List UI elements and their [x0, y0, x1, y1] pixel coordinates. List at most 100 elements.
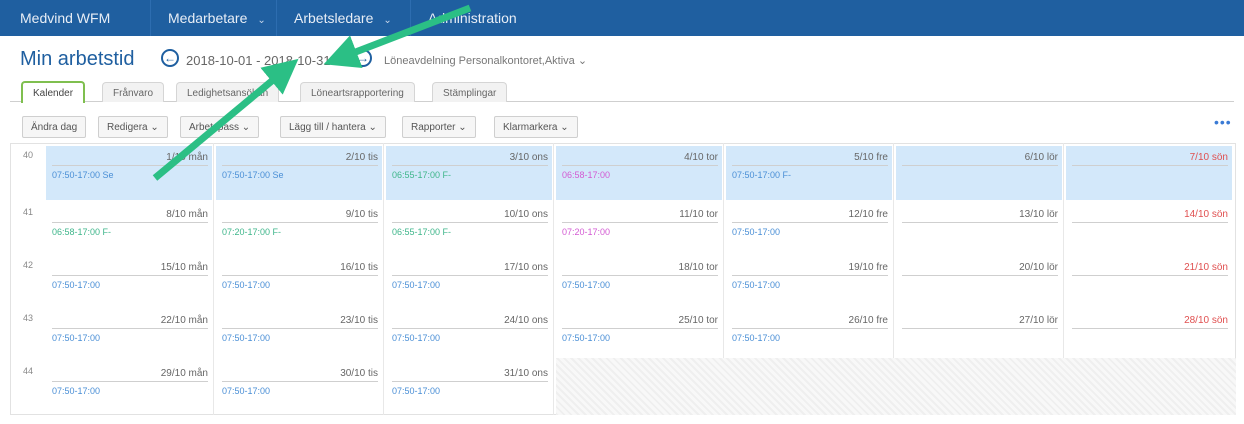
unit-selector[interactable]: Löneavdelning Personalkontoret,Aktiva ⌄ [384, 54, 587, 67]
week-number: 44 [23, 366, 34, 376]
calendar-day-cell[interactable]: 8/10 mån 06:58-17:00 F- [46, 203, 212, 257]
chevron-down-icon: ⌄ [257, 15, 266, 26]
calendar-day-cell[interactable]: 1/10 mån 07:50-17:00 Se [46, 146, 212, 200]
shift-time[interactable]: 07:50-17:00 [392, 386, 440, 396]
calendar-column-divider [553, 143, 554, 415]
calendar-day-cell[interactable]: 23/10 tis 07:50-17:00 [216, 309, 382, 363]
klarmarkera-button[interactable]: Klarmarkera ⌄ [494, 116, 578, 138]
shift-time[interactable]: 07:50-17:00 [222, 386, 270, 396]
calendar-day-cell[interactable]: 2/10 tis 07:50-17:00 Se [216, 146, 382, 200]
shift-time[interactable]: 07:50-17:00 [562, 280, 610, 290]
nav-divider [150, 0, 151, 36]
arbetspass-button[interactable]: Arbetspass ⌄ [180, 116, 260, 138]
shift-time[interactable]: 07:20-17:00 F- [222, 227, 281, 237]
day-date-label: 26/10 fre [848, 315, 888, 326]
day-divider [392, 381, 548, 382]
shift-time[interactable]: 07:50-17:00 [562, 333, 610, 343]
shift-time[interactable]: 07:50-17:00 [52, 280, 100, 290]
chevron-down-icon: ⌄ [383, 15, 392, 26]
andra-dag-button[interactable]: Ändra dag [22, 116, 87, 138]
day-date-label: 3/10 ons [509, 152, 548, 163]
calendar-day-cell[interactable]: 6/10 lör [896, 146, 1062, 200]
tab-franvaro[interactable]: Frånvaro [102, 82, 165, 102]
calendar-day-cell[interactable]: 21/10 sön [1066, 256, 1232, 310]
calendar-day-cell[interactable]: 12/10 fre 07:50-17:00 [726, 203, 892, 257]
shift-time[interactable]: 07:50-17:00 [392, 333, 440, 343]
tab-stamplingar[interactable]: Stämplingar [432, 82, 508, 102]
arrow-right-circle-icon[interactable]: → [354, 49, 372, 67]
calendar-day-cell[interactable]: 18/10 tor 07:50-17:00 [556, 256, 722, 310]
day-date-label: 4/10 tor [684, 152, 718, 163]
day-date-label: 15/10 mån [160, 262, 208, 273]
nav-item-arbetsledare[interactable]: Arbetsledare ⌄ [294, 10, 392, 26]
shift-time[interactable]: 07:50-17:00 [732, 280, 780, 290]
calendar-day-cell[interactable]: 22/10 mån 07:50-17:00 [46, 309, 212, 363]
calendar-column-divider [383, 143, 384, 415]
calendar-day-cell[interactable]: 19/10 fre 07:50-17:00 [726, 256, 892, 310]
arrow-left-circle-icon[interactable]: ← [161, 49, 179, 67]
calendar-day-cell[interactable]: 30/10 tis 07:50-17:00 [216, 362, 382, 416]
shift-time[interactable]: 07:50-17:00 [52, 386, 100, 396]
day-date-label: 1/10 mån [166, 152, 208, 163]
tab-loneartsrapportering[interactable]: Löneartsrapportering [300, 82, 415, 102]
shift-time[interactable]: 06:58-17:00 F- [52, 227, 111, 237]
nav-divider [276, 0, 277, 36]
calendar-day-cell[interactable]: 4/10 tor 06:58-17:00 [556, 146, 722, 200]
day-date-label: 6/10 lör [1024, 152, 1058, 163]
shift-time[interactable]: 07:50-17:00 [222, 280, 270, 290]
calendar-day-cell[interactable]: 5/10 fre 07:50-17:00 F- [726, 146, 892, 200]
shift-time[interactable]: 07:50-17:00 F- [732, 170, 791, 180]
calendar-day-cell[interactable]: 26/10 fre 07:50-17:00 [726, 309, 892, 363]
calendar-day-cell[interactable]: 9/10 tis 07:20-17:00 F- [216, 203, 382, 257]
calendar-day-cell[interactable]: 28/10 sön [1066, 309, 1232, 363]
rapporter-button[interactable]: Rapporter ⌄ [402, 116, 476, 138]
tab-kalender[interactable]: Kalender [21, 81, 86, 103]
brand-logo-text[interactable]: Medvind WFM [20, 10, 110, 26]
lagg-till-hantera-button[interactable]: Lägg till / hantera ⌄ [280, 116, 386, 138]
calendar-day-cell[interactable]: 27/10 lör [896, 309, 1062, 363]
shift-time[interactable]: 07:50-17:00 [222, 333, 270, 343]
redigera-button[interactable]: Redigera ⌄ [98, 116, 168, 138]
week-number: 42 [23, 260, 34, 270]
calendar-day-cell[interactable]: 25/10 tor 07:50-17:00 [556, 309, 722, 363]
day-divider [562, 328, 718, 329]
day-date-label: 17/10 ons [504, 262, 548, 273]
calendar-day-cell[interactable]: 10/10 ons 06:55-17:00 F- [386, 203, 552, 257]
week-number: 43 [23, 313, 34, 323]
shift-time[interactable]: 06:55-17:00 F- [392, 227, 451, 237]
shift-time[interactable]: 07:50-17:00 [732, 333, 780, 343]
calendar-day-cell[interactable]: 3/10 ons 06:55-17:00 F- [386, 146, 552, 200]
day-date-label: 28/10 sön [1184, 315, 1228, 326]
more-options-icon[interactable]: ••• [1214, 114, 1232, 130]
shift-time[interactable]: 07:50-17:00 Se [52, 170, 114, 180]
shift-time[interactable]: 07:50-17:00 [392, 280, 440, 290]
day-divider [732, 328, 888, 329]
calendar-day-cell[interactable]: 29/10 mån 07:50-17:00 [46, 362, 212, 416]
day-divider [52, 275, 208, 276]
shift-time[interactable]: 07:50-17:00 [732, 227, 780, 237]
calendar-day-cell[interactable]: 7/10 sön [1066, 146, 1232, 200]
shift-time[interactable]: 06:58-17:00 [562, 170, 610, 180]
calendar-day-cell[interactable]: 24/10 ons 07:50-17:00 [386, 309, 552, 363]
day-date-label: 9/10 tis [345, 209, 378, 220]
day-divider [222, 165, 378, 166]
calendar-day-cell[interactable]: 11/10 tor 07:20-17:00 [556, 203, 722, 257]
calendar-day-cell[interactable]: 15/10 mån 07:50-17:00 [46, 256, 212, 310]
date-range-label[interactable]: 2018-10-01 - 2018-10-31 [186, 53, 331, 68]
nav-item-medarbetare[interactable]: Medarbetare ⌄ [168, 10, 266, 26]
shift-time[interactable]: 07:50-17:00 [52, 333, 100, 343]
shift-time[interactable]: 07:20-17:00 [562, 227, 610, 237]
tab-ledighetsansokan[interactable]: Ledighetsansökan [176, 82, 280, 102]
day-divider [222, 222, 378, 223]
calendar-day-cell[interactable]: 17/10 ons 07:50-17:00 [386, 256, 552, 310]
calendar-day-cell[interactable]: 16/10 tis 07:50-17:00 [216, 256, 382, 310]
calendar-day-cell[interactable]: 13/10 lör [896, 203, 1062, 257]
calendar-day-cell[interactable]: 20/10 lör [896, 256, 1062, 310]
shift-time[interactable]: 07:50-17:00 Se [222, 170, 284, 180]
shift-time[interactable]: 06:55-17:00 F- [392, 170, 451, 180]
day-divider [52, 165, 208, 166]
calendar-day-cell[interactable]: 14/10 sön [1066, 203, 1232, 257]
calendar-day-cell[interactable]: 31/10 ons 07:50-17:00 [386, 362, 552, 416]
nav-item-administration[interactable]: Administration [428, 10, 517, 26]
day-date-label: 27/10 lör [1019, 315, 1058, 326]
